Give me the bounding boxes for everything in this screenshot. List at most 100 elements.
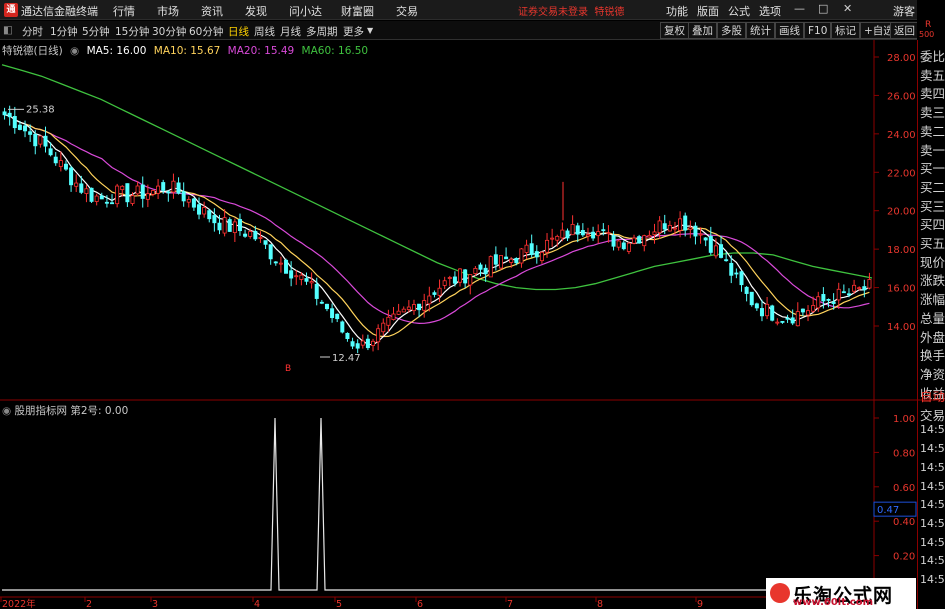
time-tick-label: 9 bbox=[697, 599, 703, 609]
side-label: 买二 bbox=[920, 179, 945, 195]
candle-body bbox=[857, 287, 862, 290]
candle-body bbox=[596, 231, 601, 237]
time-tick-label: 8 bbox=[597, 599, 603, 609]
candle-body bbox=[7, 112, 12, 118]
candle-body bbox=[74, 182, 79, 187]
side-label: 涨幅 bbox=[920, 292, 945, 308]
candle-body bbox=[637, 236, 642, 244]
indicator-tick-label: 0.80 bbox=[893, 448, 915, 459]
side-label: 卖三 bbox=[920, 105, 945, 121]
candle-body bbox=[478, 264, 483, 270]
candle-body bbox=[770, 305, 775, 321]
candle-body bbox=[739, 271, 744, 286]
side-label: 卖二 bbox=[920, 123, 945, 139]
candle-body bbox=[493, 254, 498, 265]
side-label: 卖四 bbox=[920, 86, 945, 102]
candle-body bbox=[253, 230, 258, 240]
candle-body bbox=[468, 274, 473, 286]
candle-body bbox=[273, 261, 278, 264]
candle-body bbox=[202, 207, 207, 215]
candle-body bbox=[765, 303, 770, 317]
ma20-value: MA20: 15.49 bbox=[227, 45, 295, 57]
candle-body bbox=[212, 215, 217, 224]
candle-body bbox=[652, 231, 657, 236]
candle-body bbox=[846, 293, 851, 296]
side-label: 买三 bbox=[920, 198, 945, 214]
candle-body bbox=[222, 217, 227, 234]
ma-legend: 特锐德(日线) ◉ MA5: 16.00 MA10: 15.67 MA20: 1… bbox=[2, 43, 372, 58]
indicator-legend: ◉ 股朋指标网 第2号: 0.00 bbox=[2, 403, 128, 418]
indicator-toggle-icon[interactable]: ◉ bbox=[2, 405, 11, 417]
time-tick-label: 7 bbox=[507, 599, 513, 609]
candle-body bbox=[63, 163, 68, 170]
price-tick-label: 18.00 bbox=[887, 245, 916, 256]
side-time-label: 14:56 bbox=[920, 573, 945, 586]
side-time-label: 14:56 bbox=[920, 479, 945, 493]
candle-body bbox=[115, 185, 120, 205]
candle-body bbox=[99, 195, 104, 200]
candle-body bbox=[800, 308, 805, 313]
side-time-label: 14:56 bbox=[920, 442, 945, 456]
kline-chart[interactable]: 28.00 26.00 24.00 22.00 20.00 18.00 16.00 14.00… bbox=[0, 0, 945, 609]
candle-body bbox=[616, 240, 621, 248]
candle-body bbox=[150, 190, 155, 195]
price-tick-label: 20.00 bbox=[887, 207, 916, 218]
side-label: 涨跌 bbox=[920, 273, 945, 289]
candle-body bbox=[509, 258, 514, 263]
time-tick-label: 5 bbox=[336, 599, 342, 609]
quote-side-panel: 委比 卖五 卖四 卖三 卖二 卖一 买一 买二 买三 买四 买五 现价 涨跌 涨幅 总量 外盘 换手 净资 收益 自动… bbox=[917, 40, 945, 609]
candle-body bbox=[488, 256, 493, 278]
candle-body bbox=[391, 313, 396, 320]
candle-body bbox=[473, 267, 478, 274]
candle-body bbox=[790, 317, 795, 324]
candle-body bbox=[248, 231, 253, 237]
candle-body bbox=[17, 124, 22, 130]
candle-body bbox=[258, 237, 263, 239]
candle-body bbox=[565, 230, 570, 239]
candle-body bbox=[606, 232, 611, 235]
candle-body bbox=[104, 201, 109, 204]
candle-body bbox=[381, 322, 386, 333]
candle-body bbox=[713, 245, 718, 257]
candle-body bbox=[693, 225, 698, 237]
candle-body bbox=[284, 259, 289, 274]
candle-body bbox=[744, 286, 749, 294]
candle-body bbox=[545, 239, 550, 253]
legend-toggle-icon[interactable]: ◉ bbox=[70, 45, 79, 57]
side-label: 现价 bbox=[920, 254, 945, 270]
candle-body bbox=[422, 300, 427, 311]
candle-body bbox=[734, 272, 739, 275]
candle-body bbox=[12, 116, 17, 129]
candle-body bbox=[294, 275, 299, 278]
candle-body bbox=[145, 193, 150, 200]
candle-body bbox=[207, 210, 212, 220]
ma60-value: MA60: 16.50 bbox=[301, 45, 369, 57]
side-label: 净资 bbox=[920, 366, 945, 382]
candle-body bbox=[550, 237, 555, 240]
candle-body bbox=[698, 233, 703, 236]
candle-body bbox=[836, 288, 841, 301]
candle-body bbox=[821, 294, 826, 302]
candle-body bbox=[376, 328, 381, 343]
candle-body bbox=[171, 180, 176, 193]
candle-body bbox=[575, 225, 580, 235]
ma10-value: MA10: 15.67 bbox=[153, 45, 221, 57]
candle-body bbox=[330, 308, 335, 319]
candle-body bbox=[365, 338, 370, 349]
candle-body bbox=[53, 156, 58, 164]
candle-body bbox=[350, 341, 355, 347]
candle-body bbox=[524, 244, 529, 253]
candle-body bbox=[43, 135, 48, 147]
candle-body bbox=[243, 233, 248, 237]
candle-body bbox=[23, 125, 28, 132]
candle-body bbox=[289, 270, 294, 279]
candle-body bbox=[401, 308, 406, 313]
candle-body bbox=[33, 134, 38, 147]
candle-body bbox=[498, 255, 503, 269]
side-time-label: 14:56 bbox=[920, 535, 945, 549]
candle-body bbox=[504, 256, 509, 260]
candle-body bbox=[483, 267, 488, 275]
indicator-tick-label: 1.00 bbox=[893, 414, 915, 425]
candle-body bbox=[529, 243, 534, 255]
indicator-tick-label: 0.60 bbox=[893, 483, 915, 494]
